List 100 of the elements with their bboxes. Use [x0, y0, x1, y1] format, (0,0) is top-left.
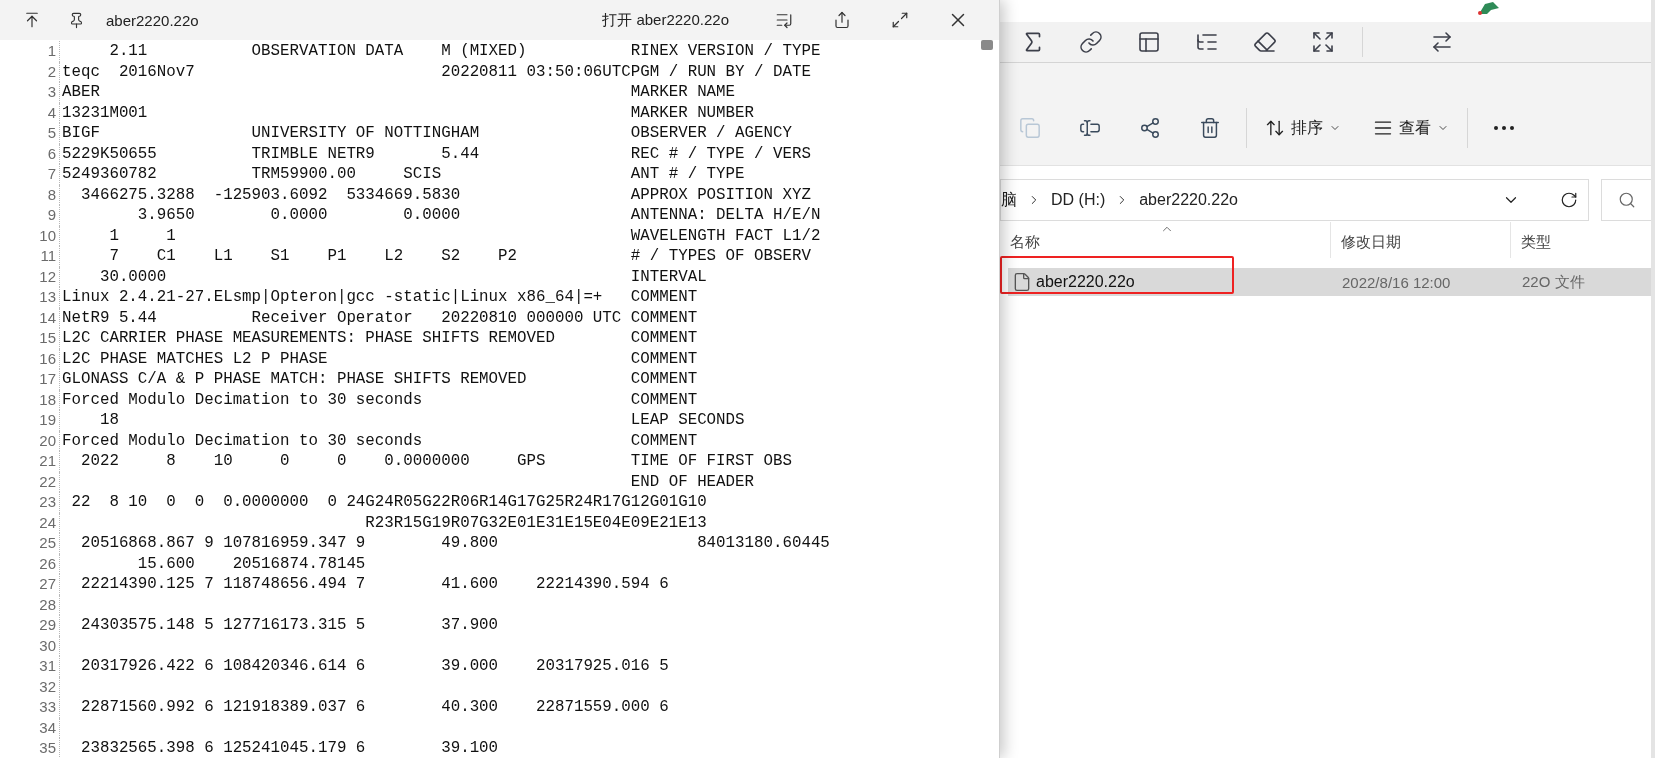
- line-number: 9: [46, 205, 56, 225]
- arrow-up-to-line-icon: [23, 11, 41, 29]
- window-title: aber2220.22o: [106, 11, 199, 29]
- line-number: 4: [46, 102, 56, 123]
- scrollbar-thumb[interactable]: [981, 40, 993, 50]
- line-number: 7: [46, 164, 56, 184]
- line-number: 14: [38, 307, 56, 328]
- sort-icon: [1265, 118, 1285, 138]
- modified-date: 2022/8/16 12:00: [1341, 273, 1452, 291]
- text-line: 2.11 OBSERVATION DATA M (MIXED) RINEX VERSION / TYPE: [108, 41, 821, 62]
- file-name: aber2220.22o: [1036, 273, 1135, 291]
- line-number: 29: [38, 615, 56, 635]
- line-number: 23: [38, 492, 56, 512]
- text-line: NetR9 5.44 Receiver Operator 20220810 000000 UTC COMMENT: [62, 307, 698, 328]
- line-number: 3: [46, 82, 56, 102]
- text-line: L2C PHASE MATCHES L2 P PHASE COMMENT: [62, 348, 698, 369]
- line-number: 6: [46, 143, 56, 164]
- text-line: 20317926.422 6 108420346.614 6 39.000 20317925.016 5: [79, 656, 669, 677]
- line-number: 25: [38, 533, 56, 553]
- line-number: 22: [38, 471, 56, 492]
- share-icon: [1139, 117, 1161, 139]
- line-number: 30: [38, 635, 56, 656]
- expand-icon: [891, 11, 909, 29]
- text-line: Linux 2.4.21-27.ELsmp|Opteron|gcc -static|Linux x86_64|=+ COMMENT: [62, 287, 698, 308]
- line-number: 24: [38, 512, 56, 533]
- line-number: 28: [38, 594, 56, 615]
- open-button[interactable]: 打开 aber2220.22o: [592, 10, 739, 30]
- text-line: 22 8 10 0 0 0.0000000 0 24G24R05G22R06R14G17G25R24R17G12G01G10: [70, 492, 707, 513]
- text-line: 15.600 20516874.78145: [136, 553, 366, 574]
- text-line: 24303575.148 5 127716173.315 5 37.900: [79, 615, 499, 636]
- copy-icon: [1019, 117, 1041, 139]
- text-line: 23832565.398 6 125241045.179 6 39.100: [79, 738, 499, 758]
- column-header[interactable]: 修改日期: [1330, 222, 1510, 258]
- line-number: 27: [38, 574, 56, 594]
- text-line: 7 C1 L1 S1 P1 L2 S2 P2 # / TYPES OF OBSERV: [108, 246, 811, 267]
- swap-arrows-icon: [1430, 30, 1454, 54]
- search-icon: [1617, 191, 1636, 209]
- text-line: END OF HEADER: [629, 471, 755, 492]
- line-number: 33: [38, 697, 56, 717]
- sticker-icon: [1475, 0, 1501, 16]
- text-line: 13231M001 MARKER NUMBER: [62, 102, 755, 123]
- search-field[interactable]: [1601, 179, 1651, 221]
- line-number: 12: [38, 266, 56, 287]
- breadcrumb-item[interactable]: 脑: [1001, 189, 1017, 211]
- line-number: 10: [38, 225, 56, 246]
- file-icon: [1012, 272, 1032, 292]
- text-line: 5229K50655 TRIMBLE NETR9 5.44 REC # / TYPE / VERS: [62, 143, 811, 164]
- line-number: 35: [38, 738, 56, 758]
- more-icon: [1494, 126, 1514, 130]
- text-line: 5249360782 TRM59900.00 SCIS ANT # / TYPE: [62, 164, 745, 185]
- expand-icon: [1311, 30, 1335, 54]
- text-line: 2022 8 10 0 0 0.0000000 GPS TIME OF FIRST OBS: [79, 451, 792, 472]
- sort-button[interactable]: 排序: [1253, 108, 1353, 148]
- line-number: 31: [38, 656, 56, 676]
- layout-icon: [1137, 30, 1161, 54]
- line-number: 20: [38, 430, 56, 451]
- text-line: L2C CARRIER PHASE MEASUREMENTS: PHASE SHIFTS REMOVED COMMENT: [62, 328, 698, 349]
- line-number: 1: [46, 41, 56, 61]
- line-number: 18: [38, 389, 56, 410]
- text-line: 18 LEAP SECONDS: [98, 410, 745, 431]
- text-line: R23R15G19R07G32E01E31E15E04E09E21E13: [364, 512, 707, 533]
- line-number: 11: [39, 246, 56, 266]
- text-line: 22871560.992 6 121918389.037 6 40.300 22871559.000 6: [79, 697, 669, 718]
- line-number: 13: [38, 287, 56, 307]
- text-line: 3466275.3288 -125903.6092 5334669.5830 APPROX POSITION XYZ: [79, 184, 811, 205]
- text-line: 3.9650 0.0000 0.0000 ANTENNA: DELTA H/E/N: [136, 205, 821, 226]
- text-line: Forced Modulo Decimation to 30 seconds COMMENT: [62, 430, 698, 451]
- line-number: 8: [46, 184, 56, 205]
- rename-icon: [1079, 117, 1101, 139]
- column-header[interactable]: 类型: [1510, 222, 1651, 258]
- text-line: 22214390.125 7 118748656.494 7 41.600 22214390.594 6: [79, 574, 669, 595]
- line-number: 17: [38, 369, 56, 389]
- text-line: ABER MARKER NAME: [62, 82, 736, 103]
- share-icon: [833, 11, 851, 29]
- line-number: 5: [46, 123, 56, 143]
- eraser-icon: [1253, 30, 1277, 54]
- trash-icon: [1199, 117, 1221, 139]
- breadcrumb-item[interactable]: DD (H:): [1051, 191, 1106, 209]
- text-line: BIGF UNIVERSITY OF NOTTINGHAM OBSERVER / AGENCY: [62, 123, 792, 144]
- address-bar[interactable]: 脑 DD (H:) aber2220.22o: [1000, 179, 1589, 221]
- file-type: 22O 文件: [1521, 272, 1586, 292]
- line-number: 2: [46, 61, 56, 82]
- line-number: 19: [38, 410, 56, 430]
- column-header[interactable]: 名称: [1000, 222, 1330, 258]
- line-number: 34: [38, 717, 56, 738]
- breadcrumb-item[interactable]: aber2220.22o: [1139, 191, 1238, 209]
- text-line: 1 1 WAVELENGTH FACT L1/2: [108, 225, 821, 246]
- file-row[interactable]: aber2220.22o 2022/8/16 12:00 22O 文件: [1008, 268, 1651, 296]
- text-line: 30.0000 INTERVAL: [98, 266, 707, 287]
- line-number: 15: [38, 328, 56, 348]
- list-icon: [775, 11, 793, 29]
- view-button[interactable]: 查看: [1361, 108, 1461, 148]
- line-number: 26: [38, 553, 56, 574]
- text-line: Forced Modulo Decimation to 30 seconds COMMENT: [62, 389, 698, 410]
- text-line: 20516868.867 9 107816959.347 9 49.800 84013180.60445: [79, 533, 830, 554]
- text-line: GLONASS C/A & P PHASE MATCH: PHASE SHIFTS REMOVED COMMENT: [62, 369, 698, 390]
- refresh-icon: [1560, 191, 1578, 209]
- line-number: 16: [38, 348, 56, 369]
- text-line: teqc 2016Nov7 20220811 03:50:06UTCPGM / RUN BY / DATE: [62, 61, 811, 82]
- line-number: 32: [38, 676, 56, 697]
